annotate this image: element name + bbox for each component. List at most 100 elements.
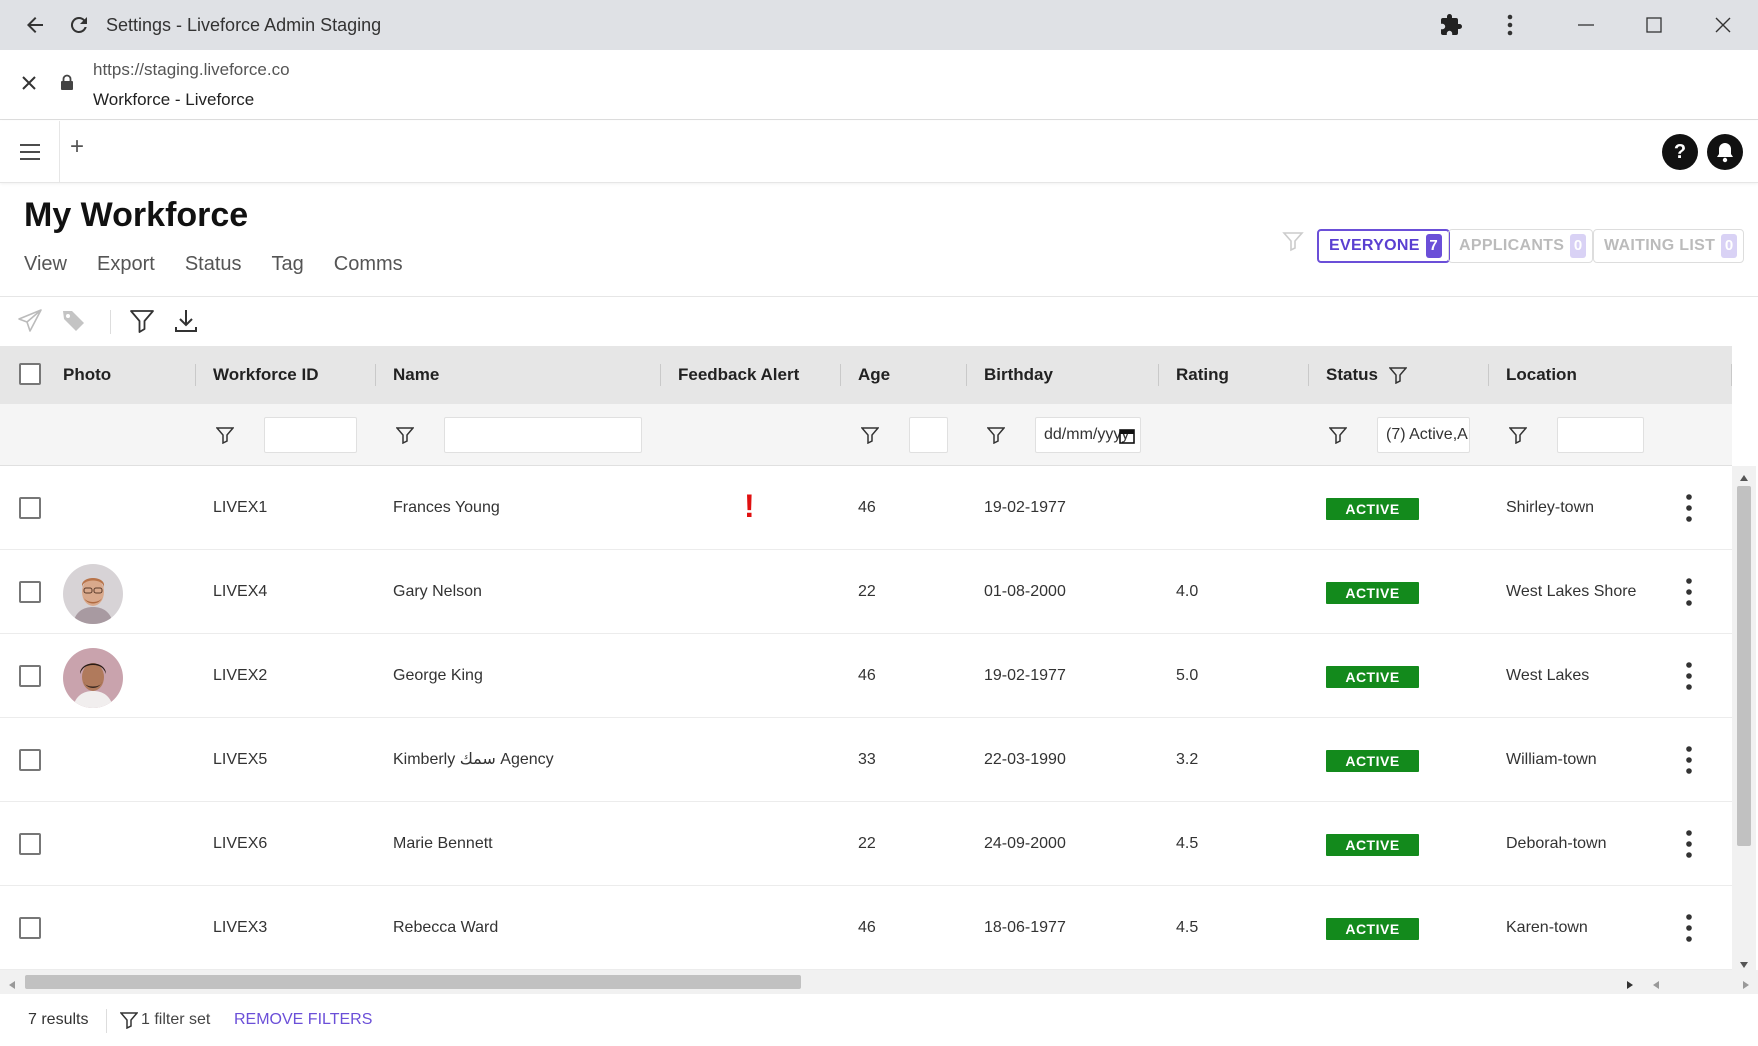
age-filter-input[interactable] (909, 417, 948, 453)
hamburger-menu-icon[interactable] (0, 121, 60, 183)
col-age[interactable]: Age (858, 346, 890, 404)
feedback-alert-icon[interactable]: ! (744, 486, 755, 526)
tags-icon[interactable] (61, 308, 87, 339)
cell-name[interactable]: Frances Young (393, 466, 500, 550)
row-checkbox[interactable] (19, 833, 41, 855)
cell-name[interactable]: Kimberly سمك Agency (393, 718, 554, 802)
birthday-filter-placeholder: dd/mm/yyyy (1044, 426, 1130, 443)
help-icon[interactable]: ? (1662, 134, 1698, 170)
select-all-checkbox[interactable] (19, 363, 41, 385)
row-actions-icon[interactable] (1682, 829, 1696, 859)
row-checkbox[interactable] (19, 497, 41, 519)
cell-name[interactable]: Rebecca Ward (393, 886, 498, 970)
close-window-icon[interactable] (1712, 0, 1734, 50)
cell-name[interactable]: Marie Bennett (393, 802, 493, 886)
segment-waiting-list[interactable]: WAITING LIST 0 (1593, 229, 1745, 263)
menu-view[interactable]: View (24, 253, 67, 276)
col-workforce-id[interactable]: Workforce ID (213, 346, 319, 404)
minimize-icon[interactable] (1576, 0, 1596, 50)
row-actions-icon[interactable] (1682, 913, 1696, 943)
col-rating[interactable]: Rating (1176, 346, 1229, 404)
url-text[interactable]: https://staging.liveforce.co (93, 60, 290, 80)
download-icon[interactable] (173, 308, 199, 339)
footer-separator (106, 1009, 107, 1033)
age-filter-icon[interactable] (860, 426, 880, 449)
col-separator (1488, 364, 1489, 386)
row-checkbox[interactable] (19, 749, 41, 771)
segment-everyone[interactable]: EVERYONE 7 (1317, 229, 1450, 263)
row-checkbox[interactable] (19, 917, 41, 939)
id-filter-input[interactable] (264, 417, 357, 453)
col-name[interactable]: Name (393, 346, 439, 404)
location-filter-input[interactable] (1557, 417, 1644, 453)
scroll-left-arrow-icon[interactable] (8, 977, 16, 995)
row-checkbox[interactable] (19, 581, 41, 603)
status-badge: ACTIVE (1326, 918, 1419, 940)
filter-set-text: 1 filter set (141, 1011, 211, 1028)
birthday-filter-icon[interactable] (986, 426, 1006, 449)
status-filter-input[interactable]: (7) Active,A (1377, 417, 1470, 453)
close-tab-icon[interactable] (18, 72, 40, 94)
extensions-puzzle-icon[interactable] (1436, 0, 1466, 50)
scroll-right-arrow-icon[interactable] (1742, 977, 1750, 995)
col-birthday[interactable]: Birthday (984, 346, 1053, 404)
cell-location: Shirley-town (1506, 499, 1595, 516)
name-filter-icon[interactable] (395, 426, 415, 449)
segment-filter-icon[interactable] (1282, 230, 1304, 257)
horizontal-scrollbar[interactable] (0, 970, 1758, 994)
segment-waiting-list-label: WAITING LIST (1604, 237, 1716, 254)
status-filter-row-icon[interactable] (1328, 426, 1348, 449)
col-separator (660, 364, 661, 386)
row-actions-icon[interactable] (1682, 661, 1696, 691)
row-actions-icon[interactable] (1682, 577, 1696, 607)
horizontal-scroll-thumb[interactable] (25, 975, 801, 989)
menu-export[interactable]: Export (97, 253, 155, 276)
calendar-icon[interactable] (1119, 428, 1135, 449)
scroll-up-arrow-icon[interactable] (1739, 469, 1749, 487)
filter-icon[interactable] (129, 308, 155, 339)
send-icon[interactable] (17, 308, 43, 339)
col-photo[interactable]: Photo (63, 346, 111, 404)
browser-menu-icon[interactable] (1500, 0, 1520, 50)
table-row[interactable]: LIVEX6 Marie Bennett 22 24-09-2000 4.5 A… (0, 802, 1732, 886)
menu-status[interactable]: Status (185, 253, 242, 276)
remove-filters-link[interactable]: REMOVE FILTERS (234, 1011, 372, 1029)
scroll-right-arrow-icon[interactable] (1626, 977, 1634, 995)
table-row[interactable]: LIVEX5 Kimberly سمك Agency 33 22-03-1990… (0, 718, 1732, 802)
col-separator (840, 364, 841, 386)
segment-applicants-label: APPLICANTS (1459, 237, 1565, 254)
location-filter-icon[interactable] (1508, 426, 1528, 449)
cell-workforce-id: LIVEX2 (213, 667, 268, 684)
row-actions-icon[interactable] (1682, 493, 1696, 523)
cell-name[interactable]: George King (393, 634, 483, 718)
maximize-icon[interactable] (1644, 0, 1664, 50)
table-row[interactable]: LIVEX4 Gary Nelson 22 01-08-2000 4.0 ACT… (0, 550, 1732, 634)
col-status[interactable]: Status (1326, 346, 1378, 404)
table-row[interactable]: LIVEX3 Rebecca Ward 46 18-06-1977 4.5 AC… (0, 886, 1732, 970)
status-filter-icon[interactable] (1388, 366, 1408, 389)
col-feedback-alert[interactable]: Feedback Alert (678, 346, 799, 404)
vertical-scroll-thumb[interactable] (1737, 486, 1751, 846)
id-filter-icon[interactable] (215, 426, 235, 449)
cell-name[interactable]: Gary Nelson (393, 550, 482, 634)
scroll-left-arrow-icon[interactable] (1652, 977, 1660, 995)
cell-rating: 4.5 (1176, 835, 1199, 852)
row-checkbox[interactable] (19, 665, 41, 687)
cell-age: 22 (858, 583, 876, 600)
vertical-scrollbar[interactable] (1732, 466, 1756, 970)
table-row[interactable]: LIVEX1 Frances Young ! 46 19-02-1977 ACT… (0, 466, 1732, 550)
col-separator (1308, 364, 1309, 386)
add-icon[interactable]: + (70, 133, 84, 161)
table-row[interactable]: LIVEX2 George King 46 19-02-1977 5.0 ACT… (0, 634, 1732, 718)
reload-icon[interactable] (64, 0, 94, 50)
menu-comms[interactable]: Comms (334, 253, 403, 276)
notifications-bell-icon[interactable] (1707, 134, 1743, 170)
segment-applicants[interactable]: APPLICANTS 0 (1448, 229, 1594, 263)
name-filter-input[interactable] (444, 417, 642, 453)
back-arrow-icon[interactable] (20, 0, 50, 50)
cell-age: 33 (858, 751, 876, 768)
menu-tag[interactable]: Tag (272, 253, 304, 276)
row-actions-icon[interactable] (1682, 745, 1696, 775)
col-location[interactable]: Location (1506, 346, 1577, 404)
col-separator (966, 364, 967, 386)
